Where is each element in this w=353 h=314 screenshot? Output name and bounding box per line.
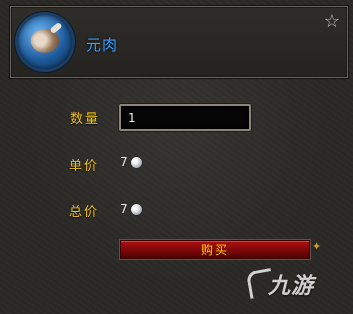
buy-button[interactable]: 购买 [120,240,310,259]
total-price-value: 7 [120,202,142,216]
unit-price-amount: 7 [120,155,128,169]
watermark-text: 九游 [268,274,315,299]
item-name: 元肉 [86,36,119,54]
meat-icon [18,15,72,69]
star-outline-icon[interactable]: ☆ [322,12,342,32]
sparkle-icon: ✦ [312,240,322,253]
quantity-input[interactable]: 1 [119,104,251,131]
total-price-label: 总价 [69,205,100,220]
unit-price-label: 单价 [69,159,100,174]
silver-coin-icon [130,156,142,168]
quantity-label: 数量 [70,112,101,127]
unit-price-value: 7 [120,155,142,169]
total-price-amount: 7 [120,202,128,216]
silver-coin-icon [130,203,142,215]
